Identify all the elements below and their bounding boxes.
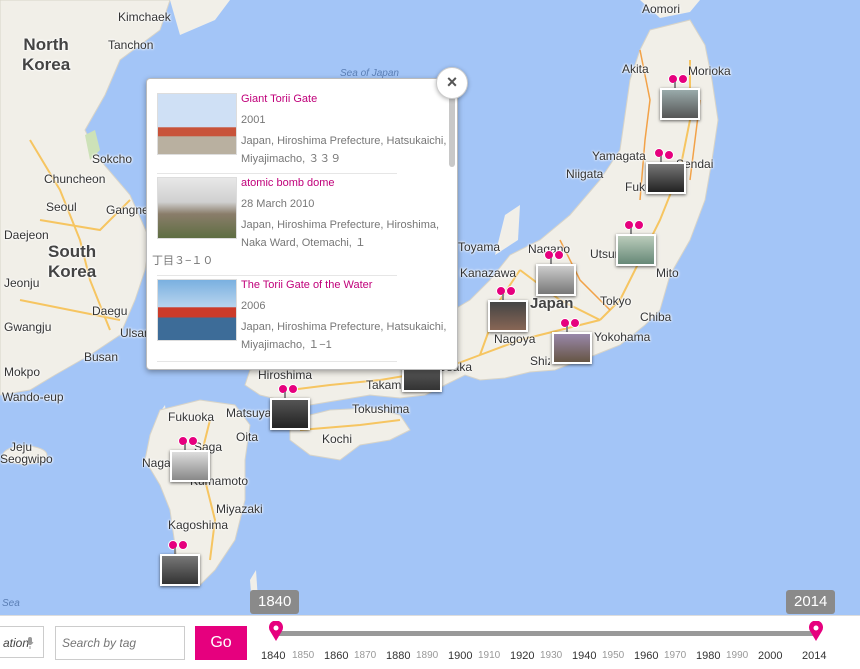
tick-label: 1900 — [448, 650, 473, 662]
label-south-korea: South Korea — [48, 242, 97, 281]
close-icon[interactable]: × — [436, 67, 468, 99]
photo-marker-utsunomiya[interactable] — [616, 220, 656, 266]
city-label: Oita — [236, 430, 259, 444]
city-label: Aomori — [642, 2, 681, 16]
city-label: Chuncheon — [44, 172, 106, 186]
city-label: Seoul — [46, 200, 77, 214]
tick-label: 1980 — [696, 650, 721, 662]
city-label: Niigata — [566, 167, 604, 181]
tick-label: 2014 — [802, 650, 827, 662]
tick-label: 1930 — [540, 650, 563, 661]
tick-label: 1910 — [478, 650, 501, 661]
tick-label: 1990 — [726, 650, 749, 661]
city-label: Tokushima — [352, 402, 410, 416]
photo-marker-gifu[interactable] — [488, 286, 528, 332]
city-label: Yokohama — [594, 330, 651, 344]
thumbnail-image[interactable] — [157, 279, 237, 341]
city-label: Tokyo — [600, 294, 632, 308]
city-label: Kagoshima — [168, 518, 229, 532]
divider — [157, 275, 397, 276]
tick-label: 1920 — [510, 650, 535, 662]
city-label: Miyazaki — [216, 502, 263, 516]
info-popup: Giant Torii Gate 2001 Japan, Hiroshima P… — [146, 78, 458, 370]
start-year-label: 1840 — [250, 590, 300, 614]
city-label: Kanazawa — [460, 266, 517, 280]
divider — [157, 361, 397, 362]
city-label: Tanchon — [108, 38, 154, 52]
entry-address: Japan, Hiroshima Prefecture, Hatsukaichi… — [241, 135, 447, 165]
tag-search-input[interactable] — [55, 626, 185, 660]
city-label: Daejeon — [4, 228, 49, 242]
tick-label: 1860 — [324, 650, 349, 662]
city-label: Jeonju — [4, 276, 40, 290]
city-label: Mokpo — [4, 365, 41, 379]
divider — [157, 173, 397, 174]
tick-label: 1960 — [634, 650, 659, 662]
entry-title-link[interactable]: Giant Torii Gate — [241, 93, 317, 105]
photo-marker-nagano[interactable] — [536, 250, 576, 296]
city-label: Busan — [84, 350, 119, 364]
photo-marker-sendai[interactable] — [646, 148, 686, 194]
tick-label: 1890 — [416, 650, 439, 661]
tick-label: 1950 — [602, 650, 625, 661]
entry-date: 28 March 2010 — [241, 198, 315, 210]
tick-label: 1850 — [292, 650, 315, 661]
city-label: Nagoya — [494, 332, 536, 346]
city-label: Kochi — [322, 432, 353, 446]
end-year-label: 2014 — [786, 590, 836, 614]
photo-marker-hiroshima[interactable] — [270, 384, 310, 430]
thumbnail-image[interactable] — [157, 93, 237, 155]
label-north-korea: North Korea — [22, 35, 71, 74]
entry-address: Japan, Hiroshima Prefecture, Hatsukaichi… — [241, 321, 447, 351]
label-japan: Japan — [530, 295, 574, 312]
city-label: Daegu — [92, 304, 128, 318]
timeline-slider-track[interactable] — [276, 631, 816, 636]
entry-date: 2001 — [241, 114, 266, 126]
city-label: Akita — [622, 62, 649, 76]
entry-title-link[interactable]: The Torii Gate of the Water — [241, 279, 372, 291]
city-label: Shizuoka — [530, 354, 550, 368]
microphone-icon[interactable] — [26, 637, 34, 649]
city-label: Toyama — [458, 240, 501, 254]
tick-label: 1870 — [354, 650, 377, 661]
city-label: Seogwipo — [0, 452, 53, 466]
city-label: Gwangju — [4, 320, 52, 334]
city-label: Sokcho — [92, 152, 133, 166]
tick-label: 1940 — [572, 650, 597, 662]
tick-label: 2000 — [758, 650, 783, 662]
location-search-input[interactable]: ation — [0, 626, 44, 658]
photo-marker-shizuoka[interactable] — [552, 318, 592, 364]
entry-address-continued: 丁目３−１０ — [152, 255, 214, 267]
city-label: Hiroshima — [258, 368, 313, 382]
city-label: Nagasaki — [142, 456, 170, 470]
thumbnail-image[interactable] — [157, 177, 237, 239]
photo-marker-nagasaki[interactable] — [170, 436, 210, 482]
entry-date: 2006 — [241, 300, 266, 312]
city-label: Wando-eup — [2, 390, 64, 404]
entry-address: Japan, Hiroshima Prefecture, Hiroshima, … — [241, 219, 440, 249]
city-label: Mito — [656, 266, 679, 280]
label-corner-sea: Sea — [2, 598, 20, 609]
city-label: Fukuoka — [168, 410, 215, 424]
photo-marker-morioka[interactable] — [660, 74, 700, 120]
entry-title-link[interactable]: atomic bomb dome — [241, 177, 335, 189]
go-button[interactable]: Go — [195, 626, 247, 660]
timeline-end-handle[interactable] — [808, 621, 824, 641]
city-label: Chiba — [640, 310, 672, 324]
city-label: Kimchaek — [118, 10, 171, 24]
tick-label: 1840 — [261, 650, 286, 662]
tick-label: 1880 — [386, 650, 411, 662]
tick-label: 1970 — [664, 650, 687, 661]
city-label: Yamagata — [592, 149, 646, 163]
timeline-start-handle[interactable] — [268, 621, 284, 641]
city-label: Fukushima — [625, 180, 647, 194]
photo-marker-kagoshima[interactable] — [160, 540, 200, 586]
popup-scrollbar[interactable] — [449, 87, 455, 167]
